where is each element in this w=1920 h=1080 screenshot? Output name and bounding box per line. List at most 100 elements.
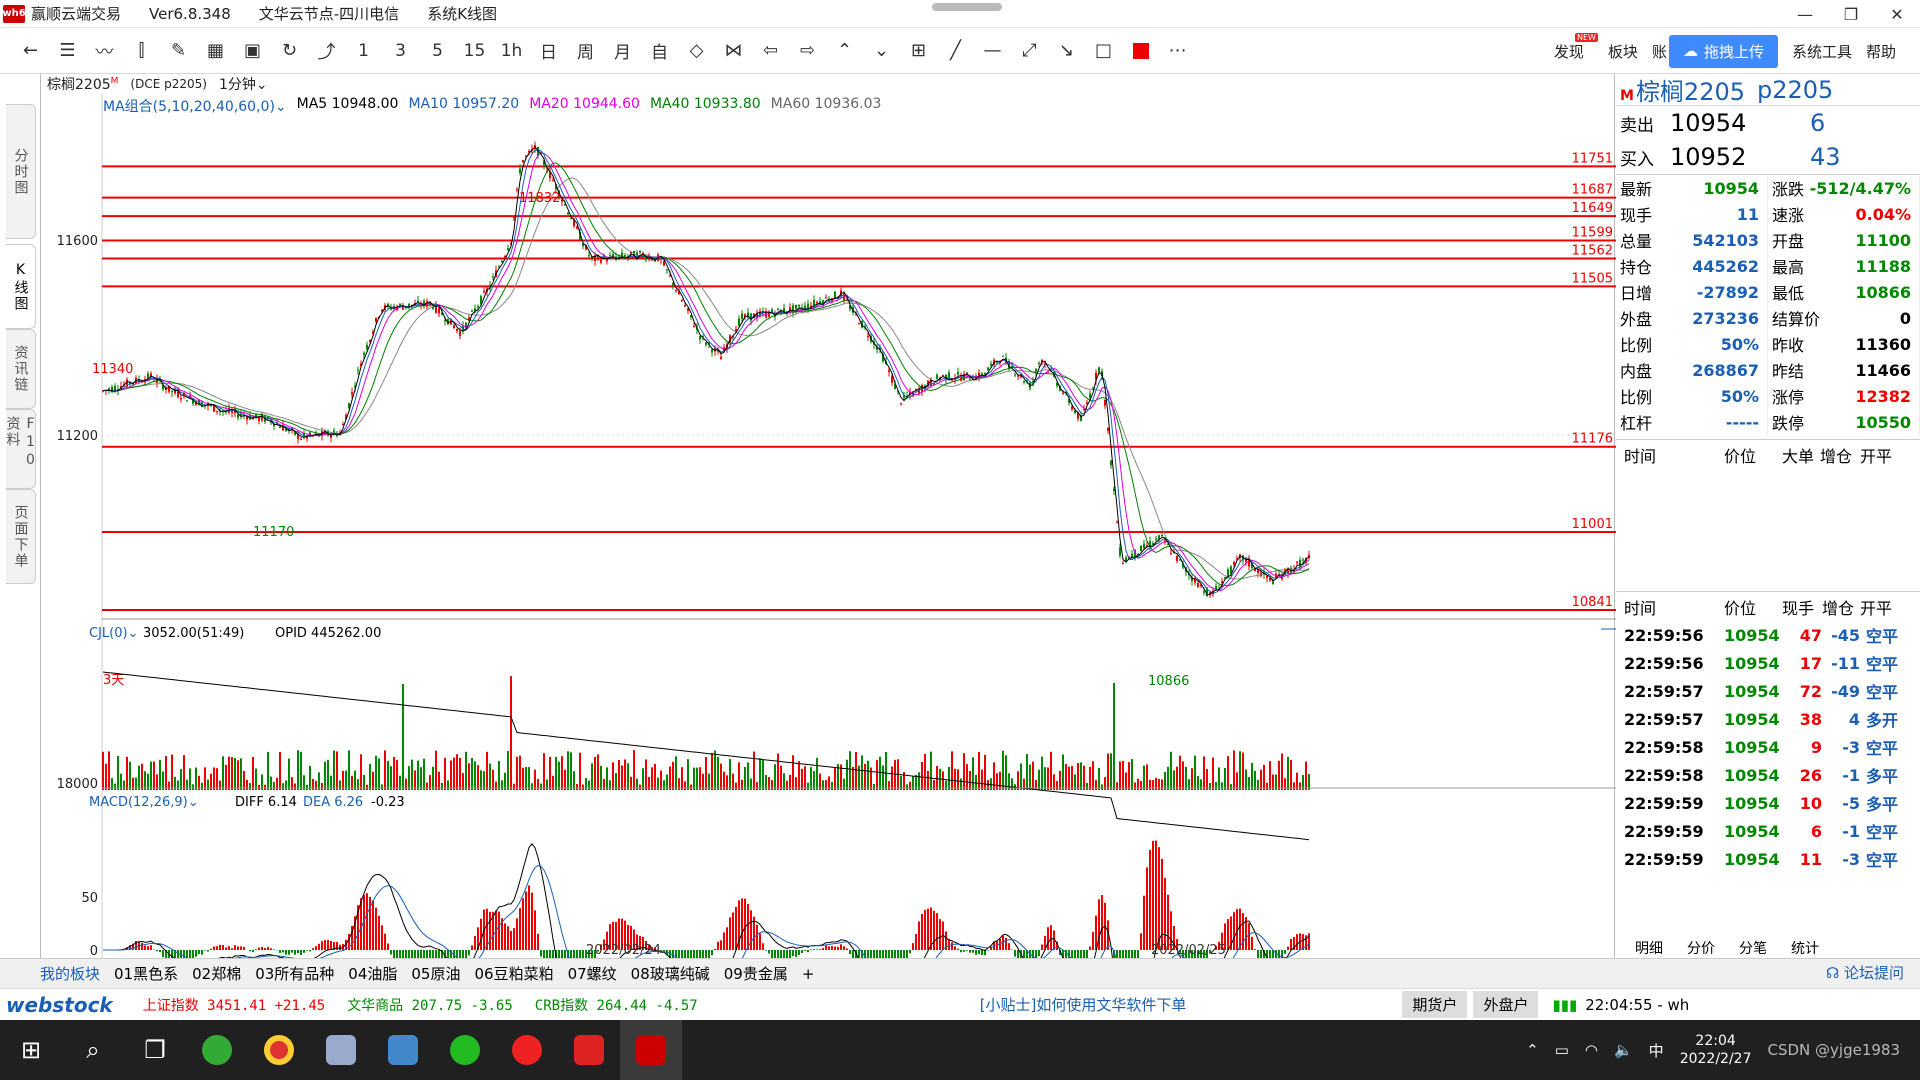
volume-bar — [969, 770, 971, 790]
volume-bar — [1194, 755, 1196, 790]
left-arrow-icon[interactable]: ⇦ — [752, 36, 789, 66]
compress-icon[interactable]: ⋈ — [715, 36, 752, 66]
board-tab[interactable]: 04油脂 — [348, 963, 397, 984]
outer-account-button[interactable]: 外盘户 — [1473, 991, 1539, 1018]
period-1h[interactable]: 1h — [493, 36, 530, 66]
search-icon[interactable]: ⌕ — [62, 1020, 124, 1080]
kline-icon[interactable]: ⫿ — [123, 36, 160, 66]
macd-label[interactable]: MACD(12,26,9)⌄ — [89, 795, 199, 810]
tab-kline[interactable]: K线图 — [6, 244, 36, 329]
vol-label[interactable]: CJL(0)⌄ — [89, 626, 138, 641]
volume-bar — [681, 767, 683, 790]
board-tab[interactable]: 07螺纹 — [568, 963, 617, 984]
period-5[interactable]: 5 — [419, 36, 456, 66]
tab-ticks[interactable]: 分笔 — [1729, 938, 1777, 959]
block-button[interactable]: 板块 — [1608, 41, 1638, 62]
board-tab[interactable]: 02郑棉 — [192, 963, 241, 984]
server-node[interactable]: 文华云节点-四川电信 — [259, 3, 399, 24]
tab-order[interactable]: 页面下单 — [6, 489, 36, 584]
refresh-icon[interactable]: ↻ — [271, 36, 308, 66]
discover-button[interactable]: 发现 NEW — [1554, 32, 1598, 62]
app-red-icon[interactable] — [496, 1020, 558, 1080]
candle-body — [1023, 380, 1025, 383]
down-icon[interactable]: ⌄ — [863, 36, 900, 66]
wps-icon[interactable] — [558, 1020, 620, 1080]
brush-icon[interactable]: ✎ — [160, 36, 197, 66]
ray-icon[interactable]: ⤢ — [1011, 36, 1048, 66]
tab-timeshare[interactable]: 分时图 — [6, 104, 36, 239]
account-button[interactable]: 账 — [1652, 41, 1667, 62]
tab-price-dist[interactable]: 分价 — [1677, 938, 1725, 959]
period-day[interactable]: 日 — [530, 36, 567, 66]
kline-chart[interactable]: 11600 11200 11751 11687 11649 11599 11562 115… — [41, 74, 1616, 958]
board-tab[interactable]: 08玻璃纯碱 — [631, 963, 710, 984]
ime-indicator[interactable]: 中 — [1649, 1040, 1664, 1061]
forum-link[interactable]: ☊ 论坛提问 — [1826, 962, 1904, 983]
board-tab[interactable]: 我的板块 — [40, 963, 100, 984]
expand-icon[interactable]: ◇ — [678, 36, 715, 66]
volume-icon[interactable]: 🔈 — [1614, 1041, 1633, 1059]
board-tab[interactable]: 09贵金属 — [724, 963, 788, 984]
line-chart-icon[interactable]: 〰 — [86, 36, 123, 66]
buy-row[interactable]: 买入 10952 43 — [1616, 140, 1920, 174]
upload-button[interactable]: ☁ 拖拽上传 — [1668, 34, 1778, 68]
board-tab[interactable]: 03所有品种 — [255, 963, 334, 984]
tab-news[interactable]: 资讯链 — [6, 329, 36, 409]
chrome-icon[interactable] — [248, 1020, 310, 1080]
more-icon[interactable]: ⋯ — [1159, 36, 1196, 66]
rect-icon[interactable]: □ — [1085, 36, 1122, 66]
app-window-icon[interactable] — [372, 1020, 434, 1080]
app-green-icon[interactable] — [186, 1020, 248, 1080]
tab-f10[interactable]: F10资料 — [5, 409, 39, 489]
volume-bar — [609, 780, 611, 790]
maximize-icon[interactable]: ❐ — [1828, 0, 1874, 28]
up-icon[interactable]: ⌃ — [826, 36, 863, 66]
period-3[interactable]: 3 — [382, 36, 419, 66]
trend-icon[interactable]: ⤴ — [308, 36, 345, 66]
wechat-icon[interactable] — [434, 1020, 496, 1080]
period-15[interactable]: 15 — [456, 36, 493, 66]
index-wenhua[interactable]: 文华商品 207.75 -3.65 — [347, 995, 513, 1015]
calc-icon[interactable]: ▦ — [197, 36, 234, 66]
task-view-icon[interactable]: ❐ — [124, 1020, 186, 1080]
hline-icon[interactable]: — — [974, 36, 1011, 66]
clock[interactable]: 22:04 2022/2/27 — [1680, 1032, 1752, 1068]
tab-stats[interactable]: 统计 — [1781, 938, 1829, 959]
drag-handle[interactable] — [932, 3, 1002, 11]
back-icon[interactable]: ← — [12, 36, 49, 66]
board-tab[interactable]: 05原油 — [411, 963, 460, 984]
app-bird-icon[interactable] — [310, 1020, 372, 1080]
tab-detail[interactable]: 明细 — [1625, 938, 1673, 959]
wenhua-icon[interactable] — [620, 1020, 682, 1080]
save-icon[interactable]: ▣ — [234, 36, 271, 66]
period-week[interactable]: 周 — [567, 36, 604, 66]
board-tab[interactable]: + — [802, 965, 815, 983]
close-icon[interactable]: ✕ — [1874, 0, 1920, 28]
period-month[interactable]: 月 — [604, 36, 641, 66]
chart-area[interactable]: 棕榈2205M (DCE p2205) 1分钟⌄ MA组合(5,10,20,40… — [40, 74, 1616, 958]
chevron-up-icon[interactable]: ⌃ — [1526, 1041, 1539, 1059]
start-icon[interactable]: ⊞ — [0, 1020, 62, 1080]
candle-body — [1119, 547, 1121, 556]
wifi-icon[interactable]: ◠ — [1585, 1041, 1598, 1059]
help-button[interactable]: 帮助 — [1866, 41, 1896, 62]
tip-link[interactable]: [小贴士]如何使用文华软件下单 — [980, 994, 1187, 1015]
board-tab[interactable]: 01黑色系 — [114, 963, 178, 984]
right-arrow-icon[interactable]: ⇨ — [789, 36, 826, 66]
index-crb[interactable]: CRB指数 264.44 -4.57 — [535, 995, 698, 1015]
list-icon[interactable]: ☰ — [49, 36, 86, 66]
index-shanghai[interactable]: 上证指数 3451.41 +21.45 — [143, 995, 325, 1015]
period-custom[interactable]: 自 — [641, 36, 678, 66]
candle-body — [816, 302, 818, 304]
line-icon[interactable]: ╱ — [937, 36, 974, 66]
futures-account-button[interactable]: 期货户 — [1402, 991, 1468, 1018]
battery-icon[interactable]: ▭ — [1555, 1041, 1569, 1059]
layout-icon[interactable]: ⊞ — [900, 36, 937, 66]
period-1[interactable]: 1 — [345, 36, 382, 66]
board-tab[interactable]: 06豆粕菜粕 — [474, 963, 553, 984]
seg-icon[interactable]: ↘ — [1048, 36, 1085, 66]
minimize-icon[interactable]: — — [1782, 0, 1828, 28]
color-icon[interactable] — [1122, 36, 1159, 66]
sell-row[interactable]: 卖出 10954 6 — [1616, 106, 1920, 140]
system-tools-button[interactable]: 系统工具 — [1792, 41, 1852, 62]
